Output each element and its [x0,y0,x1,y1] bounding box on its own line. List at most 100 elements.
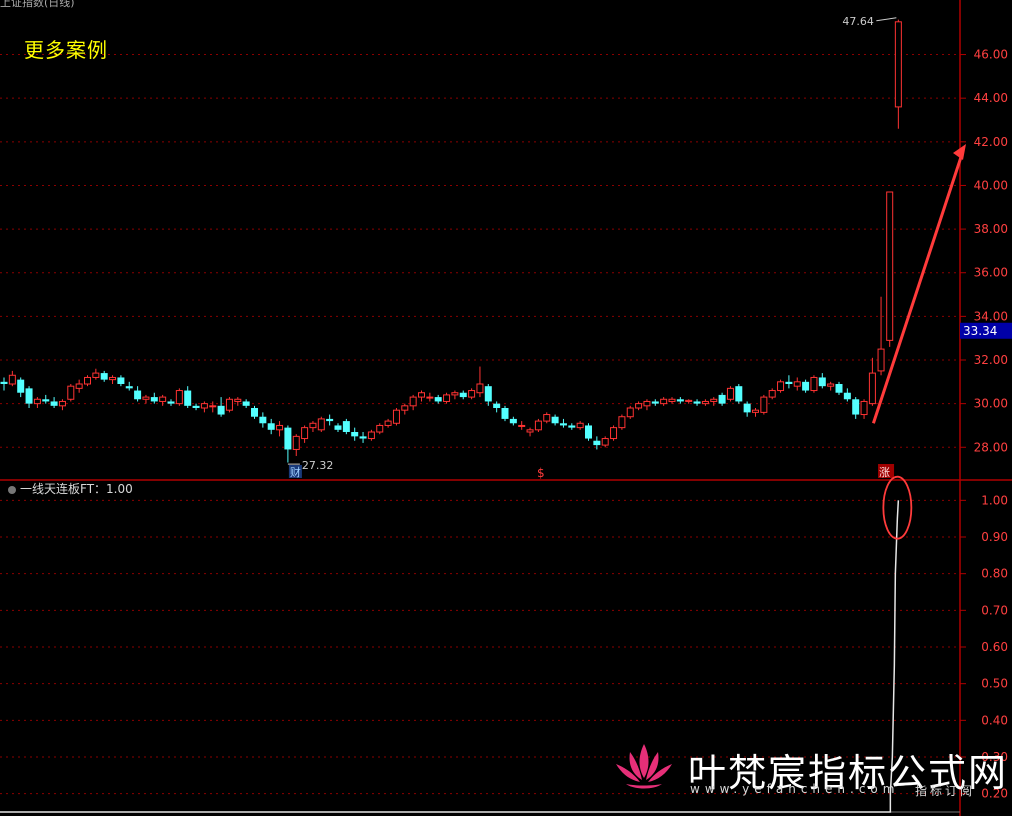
candle-body [159,396,167,402]
candle-body [150,397,158,402]
candle-body [860,400,868,416]
indicator-label-text: 一线天连板FT：1.00 [20,482,133,496]
dollar-marker: $ [537,466,545,480]
candle-body [543,414,551,422]
candle-body [827,383,835,387]
candle-body [785,381,793,384]
candle-body [351,432,359,437]
candle-body [418,392,425,398]
candle-body [67,385,75,400]
candle-body [342,421,350,432]
indicator-tick-label: 0.90 [981,530,1008,544]
candle-body [84,376,91,385]
candle-body [0,381,8,384]
candle-body [134,390,142,400]
price-tick-label: 46.00 [974,48,1008,62]
cai-marker: 财 [290,465,301,479]
price-tick-label: 36.00 [974,266,1008,280]
current-price-label: 33.34 [963,324,997,338]
price-tick-label: 42.00 [974,135,1008,149]
low-value-label: 27.32 [302,459,334,472]
watermark-url: www.yefanchen.com [690,782,900,796]
candle-body [685,399,693,402]
candle-body [434,397,442,402]
candle-body [551,416,559,424]
indicator-tick-label: 0.70 [981,603,1008,617]
candle-body [484,386,492,402]
candle-body [701,400,709,405]
candle-body [92,372,100,378]
candle-body [225,398,233,411]
candle-body [409,396,417,407]
candle-body [752,409,759,413]
candle-body [251,408,258,417]
candle-body [401,405,409,411]
candle-body [601,438,609,446]
candle-body [651,401,659,404]
candle-body [376,424,384,433]
candle-body [234,398,242,402]
candle-body [626,407,634,418]
candle-body [334,425,342,430]
candle-body [8,374,16,385]
candle-body [326,418,334,422]
candle-body [710,398,718,402]
candle-body [501,408,509,419]
price-tick-label: 40.00 [974,178,1008,192]
candle-body [192,405,200,408]
candle-body [267,423,275,430]
candle-body [852,399,860,415]
indicator-tick-label: 0.50 [981,677,1008,691]
candle-body [802,381,810,391]
indicator-label: 一线天连板FT：1.00 [8,480,133,497]
candle-body [534,420,542,431]
candle-body [75,383,83,389]
candle-body [33,398,41,405]
candle-body [117,377,125,384]
price-tick-label: 30.00 [974,397,1008,411]
indicator-tick-label: 1.00 [981,493,1008,507]
candle-body [610,427,618,440]
candle-body [367,431,375,440]
candle-body [635,403,643,409]
stock-chart: 46.00 44.00 42.00 40.00 38.00 36.00 34.00 32.00… [0,0,1012,816]
candle-body [768,390,776,398]
indicator-tick-label: 0.40 [981,713,1008,727]
indicator-tick-label: 0.60 [981,640,1008,654]
price-tick-label: 44.00 [974,91,1008,105]
candle-body [835,384,843,393]
candle-body [843,392,851,400]
lotus-logo-icon [616,744,672,789]
candle-body [576,422,584,429]
zhang-marker: 涨 [879,466,890,479]
indicator-dot-icon[interactable] [8,486,16,494]
price-tick-label: 38.00 [974,222,1008,236]
candle-body [760,396,768,413]
price-tick-label: 34.00 [974,309,1008,323]
candle-body [259,416,267,424]
candle-body [25,388,33,404]
candle-body [793,381,801,387]
candle-body [526,429,534,433]
candle-body [718,394,726,404]
candle-body [568,425,576,428]
candle-body [50,401,58,406]
indicator-tick-label: 0.80 [981,567,1008,581]
candle-body [643,400,651,407]
candle-body [451,392,459,396]
candle-body [309,422,317,429]
candle-body [167,401,175,404]
candle-body [209,405,217,408]
candle-body [593,440,601,446]
candle-body [476,383,484,394]
chart-title: 上证指数(日线) [0,0,75,9]
candle-body [459,392,467,398]
price-tick-label: 32.00 [974,353,1008,367]
candle-body [217,405,225,415]
candle-body [42,399,50,402]
candle-body [676,399,684,402]
candle-body [125,386,133,389]
candle-body [735,386,743,402]
candle-body [184,390,192,406]
high-pointer [876,17,897,22]
